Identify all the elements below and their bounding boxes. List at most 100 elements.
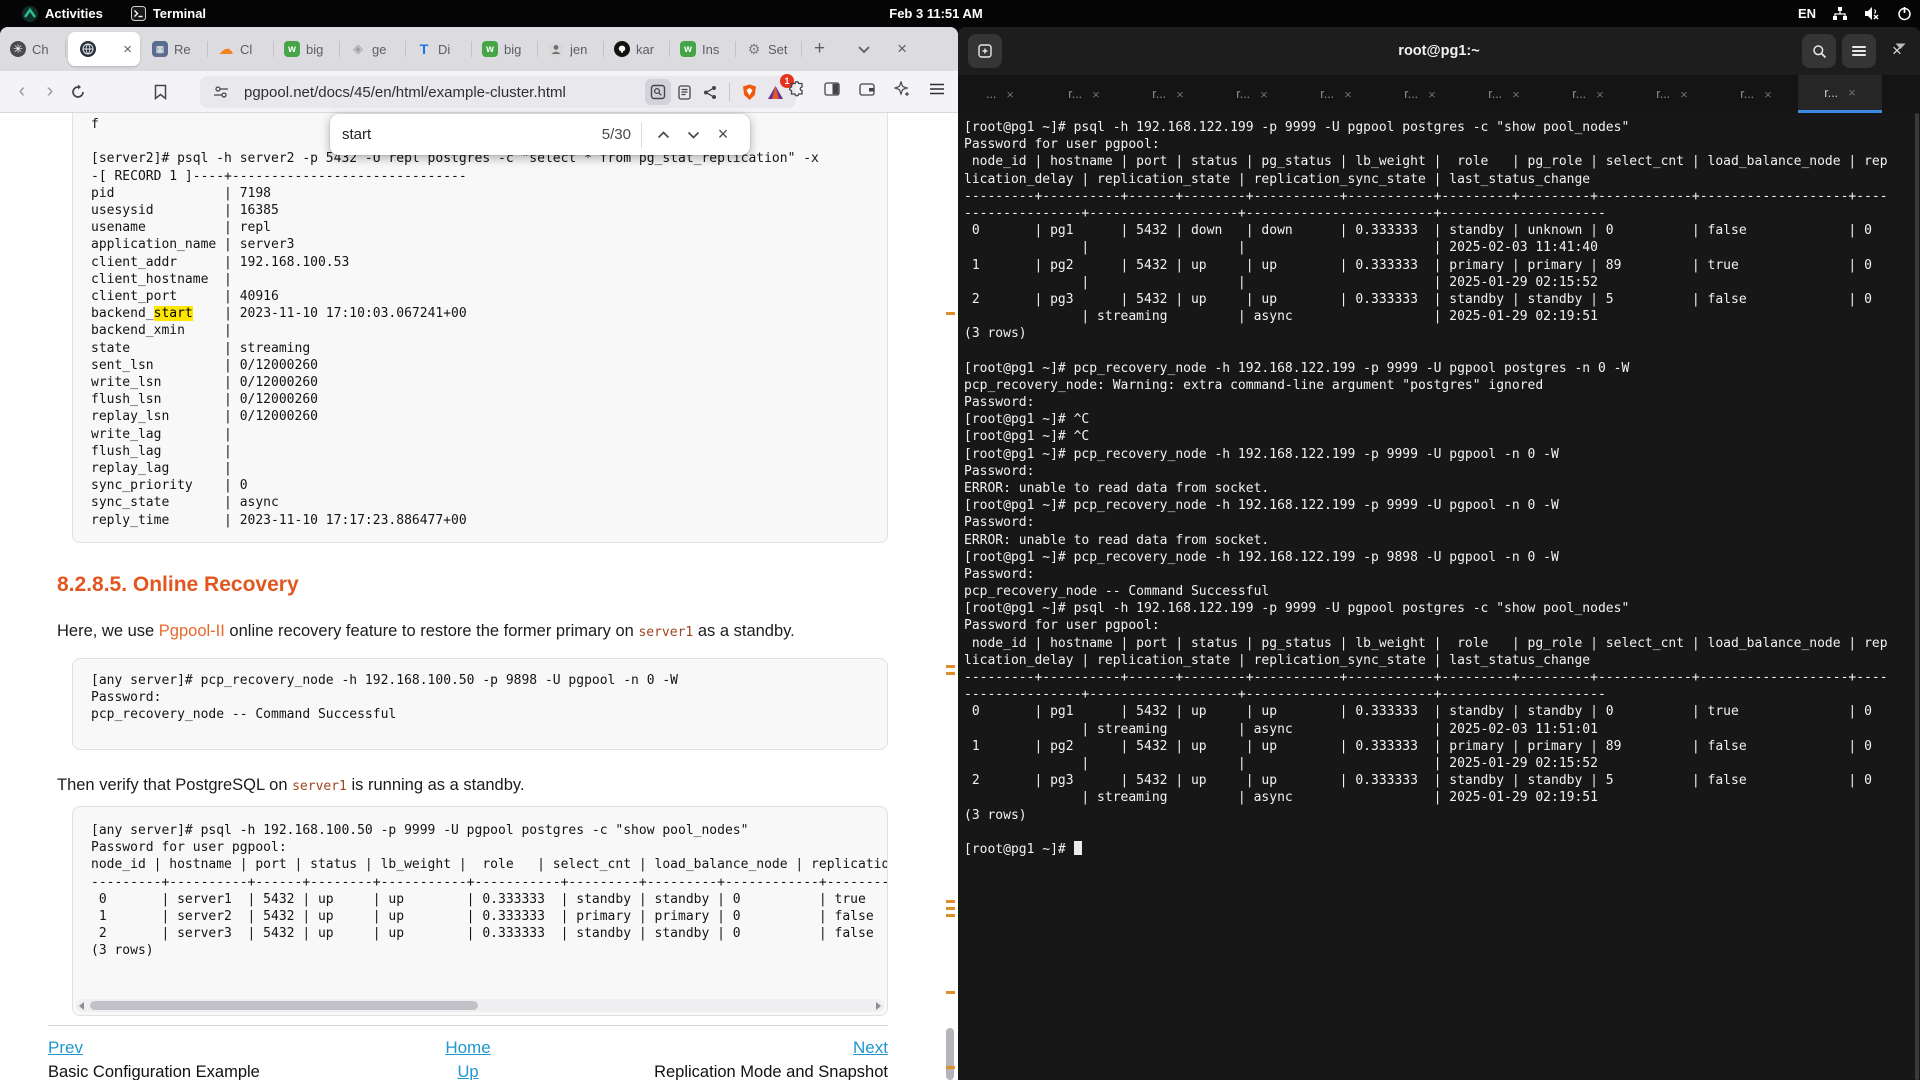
find-input[interactable]: start xyxy=(342,126,602,143)
find-tick xyxy=(946,907,955,910)
terminal-line: (3 rows) xyxy=(964,807,1920,824)
terminal-tab[interactable]: r... × xyxy=(1462,75,1546,113)
brave-shield-icon[interactable] xyxy=(736,79,762,105)
inline-code-server1: server1 xyxy=(638,625,693,640)
browser-tab-jen[interactable]: jen xyxy=(538,27,604,71)
terminal-tab-overflow-chevron-icon[interactable] xyxy=(1888,27,1912,65)
terminal-tab-close-icon[interactable]: × xyxy=(1680,87,1688,102)
home-link[interactable]: Home xyxy=(445,1038,490,1057)
page-footer-nav: Prev Home Next Basic Configuration Examp… xyxy=(48,1038,888,1080)
terminal-tab-label: r... xyxy=(1320,87,1334,101)
gnome-top-bar: Activities Terminal Feb 3 11:51 AM EN xyxy=(0,0,1920,27)
sidebar-toggle-icon[interactable] xyxy=(819,76,845,102)
browser-tab-big-1[interactable]: w big xyxy=(274,27,340,71)
terminal-tab-close-icon[interactable]: × xyxy=(1260,87,1268,102)
url-text[interactable]: pgpool.net/docs/45/en/html/example-clust… xyxy=(244,84,645,101)
url-bar[interactable]: pgpool.net/docs/45/en/html/example-clust… xyxy=(200,76,796,108)
terminal-tab-close-icon[interactable]: × xyxy=(1428,87,1436,102)
browser-tab-settings[interactable]: ⚙ Set xyxy=(736,27,802,71)
terminal-tab[interactable]: ... × xyxy=(958,75,1042,113)
browser-tab-big-2[interactable]: w big xyxy=(472,27,538,71)
pre2-text: [any server]# pcp_recovery_node -h 192.1… xyxy=(73,659,887,737)
distro-logo-icon xyxy=(22,6,38,22)
wallet-icon[interactable] xyxy=(854,76,880,102)
find-in-page-icon[interactable] xyxy=(645,79,671,105)
terminal-tab-close-icon[interactable]: × xyxy=(1344,87,1352,102)
terminal-line xyxy=(964,342,1920,359)
terminal-line: 0 | pg1 | 5432 | up | up | 0.333333 | st… xyxy=(964,703,1920,720)
horizontal-scrollbar[interactable] xyxy=(76,999,884,1012)
terminal-tab[interactable]: r... × xyxy=(1798,75,1882,113)
terminal-tab-close-icon[interactable]: × xyxy=(1764,87,1772,102)
find-next-button[interactable] xyxy=(678,121,708,149)
terminal-line: | streaming | async | 2025-01-29 02:19:5… xyxy=(964,308,1920,325)
terminal-tab[interactable]: r... × xyxy=(1546,75,1630,113)
browser-tab-di[interactable]: T Di xyxy=(406,27,472,71)
terminal-tab-close-icon[interactable]: × xyxy=(1512,87,1520,102)
prev-link[interactable]: Prev xyxy=(48,1038,83,1057)
terminal-cursor xyxy=(1074,841,1082,855)
back-button[interactable]: ‹ xyxy=(8,78,36,106)
terminal-tab[interactable]: r... × xyxy=(1294,75,1378,113)
power-icon[interactable] xyxy=(1897,6,1912,21)
browser-tab-re[interactable]: ▦ Re xyxy=(142,27,208,71)
scroll-left-arrow-icon[interactable] xyxy=(79,1002,84,1010)
next-link[interactable]: Next xyxy=(853,1038,888,1057)
terminal-tab[interactable]: r... × xyxy=(1042,75,1126,113)
tabbar-close-button[interactable]: × xyxy=(897,39,907,59)
desktop: Activities Terminal Feb 3 11:51 AM EN xyxy=(0,0,1920,1080)
terminal-search-button[interactable] xyxy=(1802,34,1836,68)
clock[interactable]: Feb 3 11:51 AM xyxy=(866,6,1006,21)
terminal-tab-close-icon[interactable]: × xyxy=(1092,87,1100,102)
terminal-line: [root@pg1 ~]# psql -h 192.168.122.199 -p… xyxy=(964,119,1920,136)
terminal-tab-close-icon[interactable]: × xyxy=(1006,87,1014,102)
find-previous-button[interactable] xyxy=(648,121,678,149)
reader-mode-icon[interactable] xyxy=(671,79,697,105)
pgpool-link[interactable]: Pgpool-II xyxy=(159,622,225,640)
bookmarks-button[interactable] xyxy=(146,78,174,106)
new-tab-button[interactable]: + xyxy=(808,38,831,60)
terminal-tab-label: r... xyxy=(1404,87,1418,101)
terminal-tab-close-icon[interactable]: × xyxy=(1848,85,1856,100)
input-language-indicator[interactable]: EN xyxy=(1798,6,1816,21)
site-settings-icon[interactable] xyxy=(208,79,234,105)
tab-overflow-chevron-icon[interactable] xyxy=(857,45,871,54)
extensions-icon[interactable] xyxy=(784,76,810,102)
leo-ai-icon[interactable] xyxy=(889,76,915,102)
browser-tab-ge[interactable]: ◈ ge xyxy=(340,27,406,71)
browser-tab-cloudflare[interactable]: ☁ Cl xyxy=(208,27,274,71)
volume-muted-icon[interactable] xyxy=(1864,6,1881,21)
tab-close-icon[interactable]: × xyxy=(123,41,132,58)
up-link[interactable]: Up xyxy=(457,1063,478,1080)
horizontal-scrollbar-thumb[interactable] xyxy=(90,1001,478,1010)
terminal-tab[interactable]: r... × xyxy=(1630,75,1714,113)
browser-tab-ins[interactable]: w Ins xyxy=(670,27,736,71)
gem-favicon: ◈ xyxy=(350,41,366,57)
forward-button[interactable]: › xyxy=(36,78,64,106)
terminal-tab-label: ... xyxy=(986,87,996,101)
browser-tab-chatgpt[interactable]: ✳ Ch xyxy=(0,27,66,71)
terminal-scrollbar[interactable] xyxy=(1915,113,1919,1080)
terminal-tab-close-icon[interactable]: × xyxy=(1596,87,1604,102)
terminal-menu-button[interactable] xyxy=(1842,34,1876,68)
terminal-tab-close-icon[interactable]: × xyxy=(1176,87,1184,102)
reload-button[interactable] xyxy=(64,78,92,106)
terminal-tab[interactable]: r... × xyxy=(1126,75,1210,113)
vertical-scrollbar-thumb[interactable] xyxy=(946,1028,954,1080)
share-icon[interactable] xyxy=(697,79,723,105)
terminal-output[interactable]: [root@pg1 ~]# psql -h 192.168.122.199 -p… xyxy=(958,113,1920,1080)
menu-icon[interactable] xyxy=(924,76,950,102)
terminal-title[interactable]: root@pg1:~ xyxy=(958,27,1920,75)
wired-network-icon[interactable] xyxy=(1832,6,1848,21)
terminal-tab[interactable]: r... × xyxy=(1210,75,1294,113)
terminal-tab[interactable]: r... × xyxy=(1378,75,1462,113)
terminal-line: ERROR: unable to read data from socket. xyxy=(964,480,1920,497)
browser-tab-kar[interactable]: kar xyxy=(604,27,670,71)
activities-button[interactable]: Activities xyxy=(12,0,113,27)
scroll-right-arrow-icon[interactable] xyxy=(876,1002,881,1010)
browser-tab-active-pgpool[interactable]: × xyxy=(68,32,140,66)
find-close-button[interactable]: × xyxy=(708,121,738,149)
terminal-tab[interactable]: r... × xyxy=(1714,75,1798,113)
prev-page-title: Basic Configuration Example xyxy=(48,1063,328,1080)
focused-app-menu[interactable]: Terminal xyxy=(121,0,216,27)
